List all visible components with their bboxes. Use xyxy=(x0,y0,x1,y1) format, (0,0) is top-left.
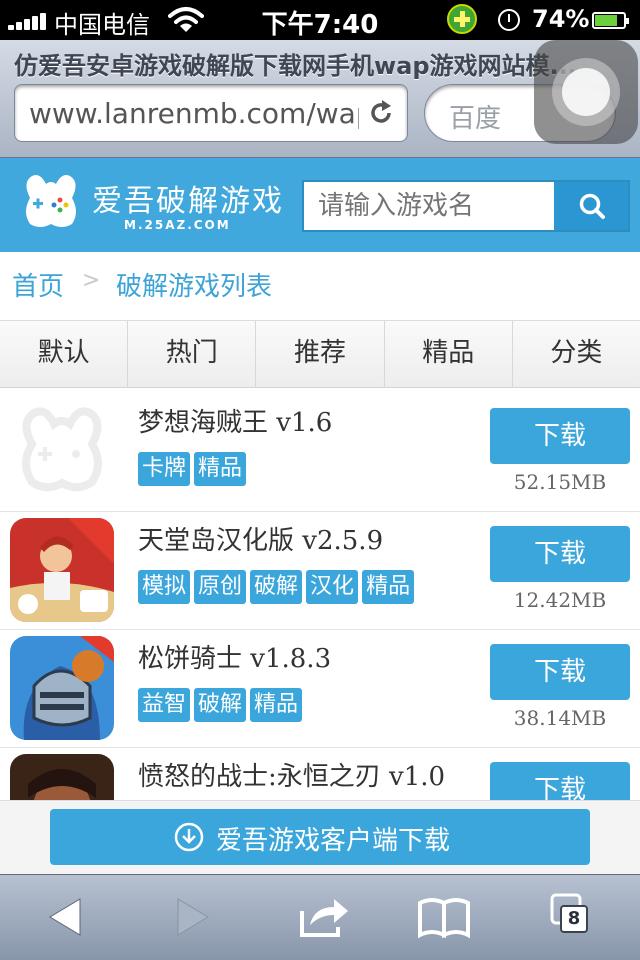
client-download-label: 爱吾游戏客户端下载 xyxy=(216,826,451,856)
game-tags: 模拟 原创 破解 汉化 精品 xyxy=(138,570,418,604)
list-item[interactable]: 松饼骑士 v1.8.3 益智 破解 精品 下载 38.14MB xyxy=(0,630,640,748)
browser-top-bar: 仿爱吾安卓游戏破解版下载网手机wap游戏网站模... www.lanrenmb.… xyxy=(0,40,640,158)
download-button[interactable]: 下载 xyxy=(490,526,630,582)
breadcrumb-home[interactable]: 首页 xyxy=(12,266,64,303)
list-item[interactable]: 梦想海贼王 v1.6 卡牌 精品 下载 52.15MB xyxy=(0,394,640,512)
game-name[interactable]: 天堂岛汉化版 v2.5.9 xyxy=(138,520,383,557)
tab-count-badge: 8 xyxy=(560,905,588,933)
forward-icon[interactable] xyxy=(160,889,220,945)
bookmarks-icon[interactable] xyxy=(414,889,474,945)
breadcrumb: 首页 > 破解游戏列表 xyxy=(0,252,640,320)
site-logo-url: M.25AZ.COM xyxy=(124,218,231,232)
game-tag[interactable]: 破解 xyxy=(250,570,303,604)
site-header: 爱吾破解游戏 M.25AZ.COM xyxy=(0,158,640,252)
breadcrumb-current[interactable]: 破解游戏列表 xyxy=(116,266,272,303)
page-title: 仿爱吾安卓游戏破解版下载网手机wap游戏网站模... xyxy=(14,52,577,80)
game-tag[interactable]: 原创 xyxy=(194,570,247,604)
client-download-bar: 爱吾游戏客户端下载 xyxy=(0,800,640,874)
battery-percent: 74% xyxy=(532,5,590,33)
url-field[interactable]: www.lanrenmb.com/wap xyxy=(14,84,408,142)
share-icon[interactable] xyxy=(294,889,354,945)
battery-icon xyxy=(592,12,629,29)
warrior-icon[interactable] xyxy=(10,754,114,800)
status-bar: 中国电信 下午7:40 74% xyxy=(0,0,640,40)
file-size: 38.14MB xyxy=(513,706,607,730)
placeholder-logo-icon[interactable] xyxy=(10,400,114,504)
download-circle-icon xyxy=(174,822,204,852)
search-icon xyxy=(579,193,605,219)
download-button[interactable]: 下载 xyxy=(490,408,630,464)
game-tag[interactable]: 精品 xyxy=(362,570,415,604)
breadcrumb-separator: > xyxy=(82,268,101,293)
site-search-box xyxy=(302,180,630,232)
game-search-input[interactable] xyxy=(304,182,552,230)
filter-tabs: 默认 热门 推荐 精品 分类 xyxy=(0,320,640,388)
download-button[interactable]: 下载 xyxy=(490,644,630,700)
paradise-island-icon[interactable] xyxy=(10,518,114,622)
browser-search-placeholder: 百度 xyxy=(449,104,502,134)
game-list: 梦想海贼王 v1.6 卡牌 精品 下载 52.15MB 天堂岛汉化版 v2.5.… xyxy=(0,394,640,800)
browser-toolbar: 8 xyxy=(0,874,640,960)
tab-hot[interactable]: 热门 xyxy=(128,321,257,387)
game-tag[interactable]: 汉化 xyxy=(306,570,359,604)
tab-default[interactable]: 默认 xyxy=(0,321,129,387)
download-button[interactable]: 下载 xyxy=(490,762,630,800)
tabs-button[interactable]: 8 xyxy=(546,889,606,945)
game-tag[interactable]: 精品 xyxy=(194,452,247,486)
game-tags: 益智 破解 精品 xyxy=(138,688,306,722)
tab-recommended[interactable]: 推荐 xyxy=(256,321,385,387)
tab-category[interactable]: 分类 xyxy=(513,321,640,387)
game-tag[interactable]: 卡牌 xyxy=(138,452,191,486)
site-logo-name[interactable]: 爱吾破解游戏 xyxy=(92,176,284,220)
game-name[interactable]: 愤怒的战士:永恒之刃 v1.0 xyxy=(138,756,445,793)
reload-icon[interactable] xyxy=(367,99,395,127)
game-tag[interactable]: 破解 xyxy=(194,688,247,722)
file-size: 12.42MB xyxy=(513,588,607,612)
game-tag[interactable]: 模拟 xyxy=(138,570,191,604)
file-size: 52.15MB xyxy=(513,470,607,494)
game-tag[interactable]: 益智 xyxy=(138,688,191,722)
muffin-knight-icon[interactable] xyxy=(10,636,114,740)
plus-app-icon xyxy=(447,4,477,34)
alarm-clock-icon xyxy=(498,9,520,31)
url-text[interactable]: www.lanrenmb.com/wap xyxy=(29,97,359,130)
game-tag[interactable]: 精品 xyxy=(250,688,303,722)
list-item[interactable]: 愤怒的战士:永恒之刃 v1.0 下载 xyxy=(0,748,640,800)
assistive-touch-button[interactable] xyxy=(534,40,638,144)
tab-featured[interactable]: 精品 xyxy=(385,321,513,387)
back-icon[interactable] xyxy=(38,889,98,945)
list-item[interactable]: 天堂岛汉化版 v2.5.9 模拟 原创 破解 汉化 精品 下载 12.42MB xyxy=(0,512,640,630)
game-tags: 卡牌 精品 xyxy=(138,452,250,486)
client-download-button[interactable]: 爱吾游戏客户端下载 xyxy=(50,809,590,865)
game-name[interactable]: 梦想海贼王 v1.6 xyxy=(138,402,332,439)
game-name[interactable]: 松饼骑士 v1.8.3 xyxy=(138,638,331,675)
site-logo-icon[interactable] xyxy=(16,168,86,238)
site-search-button[interactable] xyxy=(552,182,628,230)
